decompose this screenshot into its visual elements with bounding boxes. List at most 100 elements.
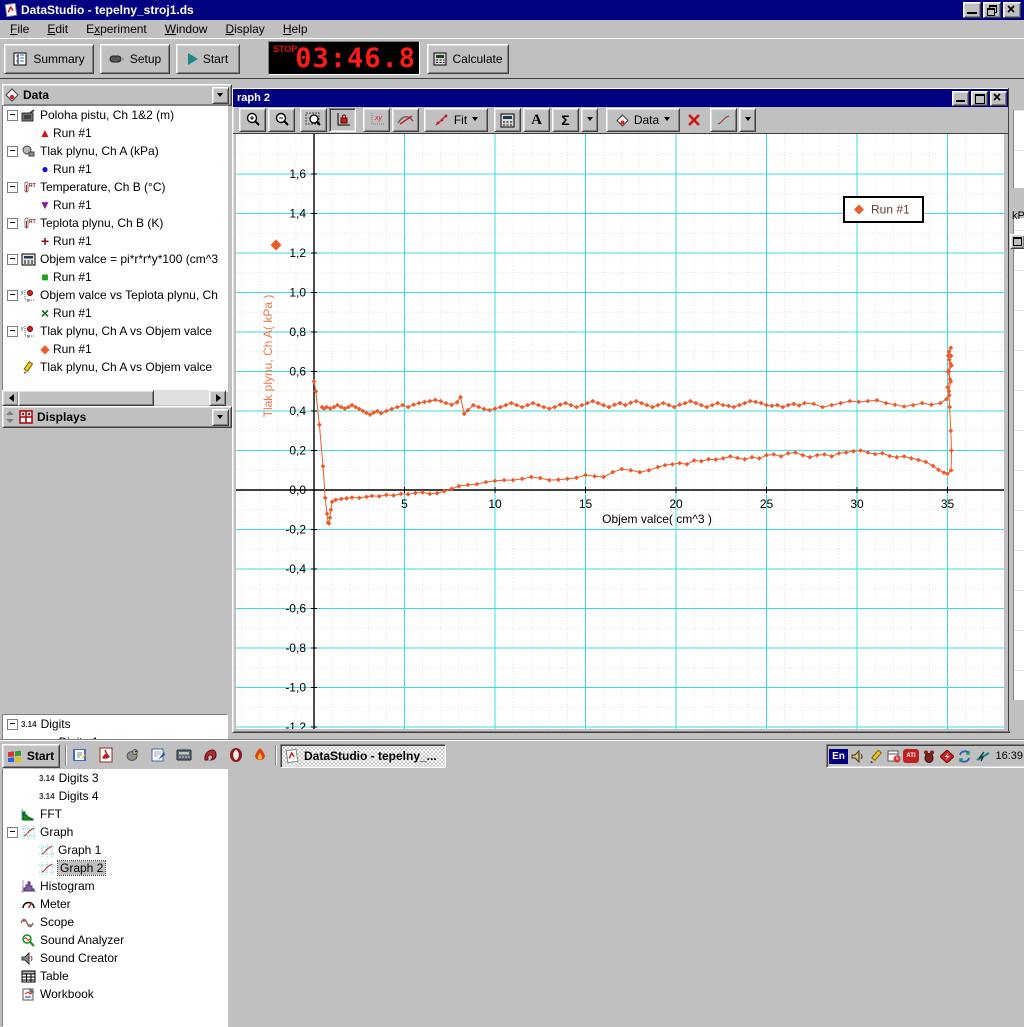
data-dropdown[interactable]: Data bbox=[606, 108, 680, 132]
keyboard-layout-indicator[interactable]: En bbox=[829, 749, 848, 764]
start-menu-button[interactable]: Start bbox=[2, 744, 60, 768]
data-run[interactable]: ■ Run #1 bbox=[3, 268, 227, 286]
volume-icon[interactable] bbox=[849, 748, 866, 764]
sync-icon[interactable] bbox=[956, 748, 973, 764]
displays-item-graph-2[interactable]: Graph 2 bbox=[3, 859, 227, 877]
data-run[interactable]: ● Run #1 bbox=[3, 160, 227, 178]
text-annotation-button[interactable]: A bbox=[523, 108, 550, 132]
ql-notes-icon[interactable] bbox=[70, 745, 90, 765]
collapse-icon[interactable] bbox=[7, 827, 18, 838]
menu-file[interactable]: File bbox=[1, 20, 38, 38]
graph-maximize-button[interactable] bbox=[971, 91, 988, 106]
data-item[interactable]: Objem valce = pi*r*r*y*100 (cm^3 bbox=[3, 250, 227, 268]
data-item[interactable]: yx Tlak plynu, Ch A vs Objem valce bbox=[3, 322, 227, 340]
menu-window[interactable]: Window bbox=[156, 20, 217, 38]
scroll-right-arrow-icon[interactable] bbox=[209, 390, 226, 406]
zoom-in-button[interactable] bbox=[239, 108, 266, 132]
slope-tool-button[interactable] bbox=[392, 108, 419, 132]
data-item[interactable]: RTD Teplota plynu, Ch B (K) bbox=[3, 214, 227, 232]
ati-icon[interactable]: ATI bbox=[903, 749, 919, 763]
displays-item-digits-4[interactable]: 3.14 Digits 4 bbox=[3, 787, 227, 805]
menu-display[interactable]: Display bbox=[216, 20, 273, 38]
data-item[interactable]: Tlak plynu, Ch A (kPa) bbox=[3, 142, 227, 160]
data-run[interactable]: ▼ Run #1 bbox=[3, 196, 227, 214]
task-button-datastudio[interactable]: DataStudio - tepelny_... bbox=[280, 744, 446, 768]
collapse-icon[interactable] bbox=[7, 719, 18, 730]
dialup-icon[interactable] bbox=[974, 748, 991, 764]
displays-item-workbook[interactable]: Workbook bbox=[3, 985, 227, 1003]
data-run[interactable]: ◆ Run #1 bbox=[3, 340, 227, 358]
ql-pen-document-icon[interactable] bbox=[148, 745, 168, 765]
data-item[interactable]: yx Objem valce vs Teplota plynu, Ch bbox=[3, 286, 227, 304]
ql-calculator-icon[interactable] bbox=[174, 745, 194, 765]
graph-settings-button[interactable] bbox=[710, 108, 737, 132]
data-item[interactable]: Tlak plynu, Ch A vs Objem valce bbox=[3, 358, 227, 376]
ql-bird-icon[interactable] bbox=[122, 745, 142, 765]
calculate-button[interactable]: Calculate bbox=[427, 44, 509, 74]
menu-help[interactable]: Help bbox=[274, 20, 317, 38]
collapse-icon[interactable] bbox=[7, 290, 18, 301]
displays-item-fft[interactable]: FFT bbox=[3, 805, 227, 823]
summary-button[interactable]: Summary bbox=[4, 44, 94, 74]
displays-dropdown-button[interactable] bbox=[212, 409, 229, 426]
plot-area[interactable]: -1,2-1,0-0,8-0,6-0,4-0,20,00,20,40,60,81… bbox=[236, 134, 1004, 729]
smart-tool-button[interactable]: xy bbox=[363, 108, 390, 132]
displays-item-sound-analyzer[interactable]: Sound Analyzer bbox=[3, 931, 227, 949]
displays-item-graph-1[interactable]: Graph 1 bbox=[3, 841, 227, 859]
data-run[interactable]: × Run #1 bbox=[3, 304, 227, 322]
displays-item-histogram[interactable]: Histogram bbox=[3, 877, 227, 895]
scheduler-icon[interactable] bbox=[885, 748, 902, 764]
menu-experiment[interactable]: Experiment bbox=[77, 20, 156, 38]
pencil-tool-icon[interactable] bbox=[867, 748, 884, 764]
antivirus-icon[interactable] bbox=[938, 748, 955, 764]
displays-item-digits[interactable]: 3.14 Digits bbox=[3, 715, 227, 733]
calculator-button[interactable] bbox=[494, 108, 521, 132]
statistics-button[interactable]: Σ bbox=[552, 108, 579, 132]
ql-acrobat-icon[interactable] bbox=[96, 745, 116, 765]
setup-button[interactable]: Setup bbox=[100, 44, 170, 74]
background-window-button[interactable] bbox=[1010, 234, 1024, 249]
data-tree-hscrollbar[interactable] bbox=[2, 390, 226, 405]
data-run[interactable]: + Run #1 bbox=[3, 232, 227, 250]
clock[interactable]: 16:39 bbox=[995, 750, 1023, 762]
menu-edit[interactable]: Edit bbox=[38, 20, 77, 38]
data-run[interactable]: ▲ Run #1 bbox=[3, 124, 227, 142]
graph-window-titlebar[interactable]: raph 2 bbox=[233, 89, 1009, 107]
fit-dropdown[interactable]: Fit bbox=[424, 108, 488, 132]
graph-minimize-button[interactable] bbox=[952, 91, 969, 106]
collapse-icon[interactable] bbox=[7, 110, 18, 121]
displays-item-sound-creator[interactable]: Sound Creator bbox=[3, 949, 227, 967]
collapse-icon[interactable] bbox=[7, 146, 18, 157]
main-titlebar[interactable]: DataStudio - tepelny_stroj1.ds bbox=[0, 0, 1024, 20]
displays-item-digits-3[interactable]: 3.14 Digits 3 bbox=[3, 769, 227, 787]
restore-button[interactable] bbox=[983, 2, 1001, 18]
scale-to-fit-button[interactable] bbox=[329, 108, 356, 132]
data-dropdown-button[interactable] bbox=[212, 87, 229, 104]
delete-button[interactable] bbox=[682, 109, 706, 131]
start-button[interactable]: Start bbox=[176, 44, 240, 74]
collapse-icon[interactable] bbox=[7, 254, 18, 265]
collapse-icon[interactable] bbox=[7, 182, 18, 193]
zoom-select-button[interactable] bbox=[300, 108, 327, 132]
mouse-utility-icon[interactable] bbox=[920, 748, 937, 764]
scrollbar-thumb[interactable] bbox=[18, 390, 154, 406]
scroll-left-arrow-icon[interactable] bbox=[2, 390, 19, 406]
data-item[interactable]: RTD Temperature, Ch B (°C) bbox=[3, 178, 227, 196]
displays-item-meter[interactable]: Meter bbox=[3, 895, 227, 913]
displays-item-table[interactable]: Table bbox=[3, 967, 227, 985]
ql-dragon-icon[interactable] bbox=[200, 745, 220, 765]
ql-flame-icon[interactable] bbox=[250, 745, 270, 765]
minimize-button[interactable] bbox=[963, 2, 981, 18]
graph-settings-dropdown[interactable] bbox=[739, 108, 756, 132]
displays-item-graph[interactable]: Graph bbox=[3, 823, 227, 841]
displays-item-scope[interactable]: Scope bbox=[3, 913, 227, 931]
displays-panel-header[interactable]: Displays bbox=[2, 406, 232, 428]
close-button[interactable] bbox=[1003, 2, 1021, 18]
collapse-icon[interactable] bbox=[7, 326, 18, 337]
collapse-icon[interactable] bbox=[7, 218, 18, 229]
data-panel-header[interactable]: Data bbox=[2, 84, 232, 106]
graph-close-button[interactable] bbox=[990, 91, 1007, 106]
zoom-out-button[interactable] bbox=[268, 108, 295, 132]
data-item[interactable]: Poloha pistu, Ch 1&2 (m) bbox=[3, 106, 227, 124]
statistics-dropdown[interactable] bbox=[581, 108, 598, 132]
